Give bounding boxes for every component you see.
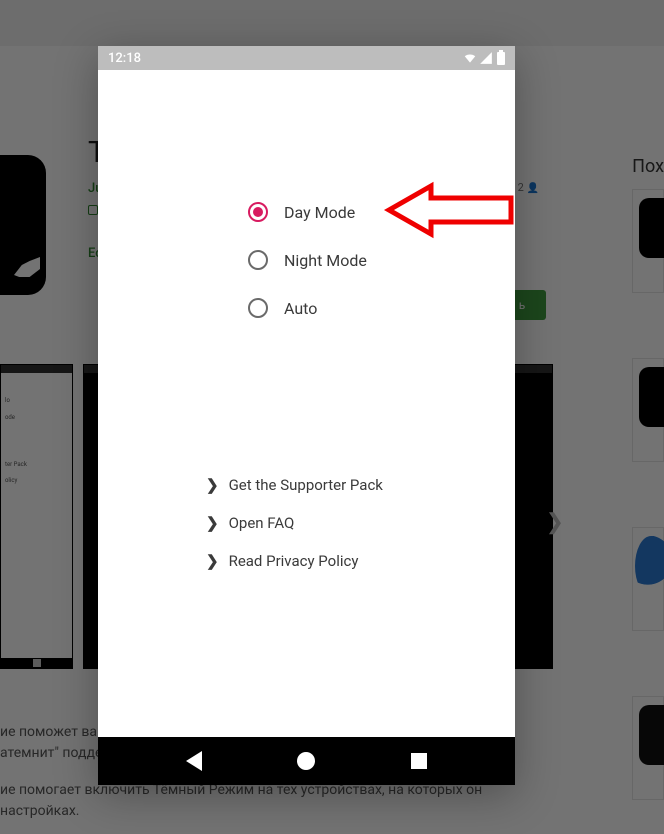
home-icon: [297, 752, 315, 770]
similar-app-2[interactable]: [632, 358, 664, 462]
link-privacy-policy[interactable]: ❯ Read Privacy Policy: [206, 542, 515, 580]
downloads-count-fragment: 2 👤: [518, 181, 539, 194]
settings-screen: Day Mode Night Mode Auto ❯ Get the Suppo…: [98, 70, 515, 737]
wifi-icon: [463, 51, 477, 65]
chevron-right-icon: ❯: [206, 514, 219, 532]
signal-icon: [479, 51, 493, 65]
chevron-right-icon: ❯: [206, 476, 219, 494]
radio-label: Night Mode: [284, 251, 367, 270]
radio-label: Auto: [284, 299, 317, 318]
battery-icon: [497, 52, 505, 65]
radio-icon: [248, 250, 268, 270]
app-icon: [0, 155, 46, 295]
rating-stars: [88, 200, 98, 219]
radio-auto[interactable]: Auto: [248, 284, 515, 332]
store-top-bar: [0, 0, 664, 46]
status-bar: 12:18: [98, 46, 515, 70]
links-section: ❯ Get the Supporter Pack ❯ Open FAQ ❯ Re…: [98, 466, 515, 580]
screenshots-next-icon[interactable]: ❯: [546, 510, 564, 535]
link-open-faq[interactable]: ❯ Open FAQ: [206, 504, 515, 542]
link-label: Get the Supporter Pack: [229, 476, 383, 494]
screenshot-thumb-1[interactable]: lo ode ter Pack olicy: [0, 364, 73, 669]
similar-apps-heading: Пох: [632, 156, 664, 177]
radio-icon: [248, 202, 268, 222]
chevron-right-icon: ❯: [206, 552, 219, 570]
back-icon: [186, 751, 202, 771]
status-icons: [463, 51, 505, 65]
radio-icon: [248, 298, 268, 318]
nav-recent-button[interactable]: [408, 750, 430, 772]
radio-night-mode[interactable]: Night Mode: [248, 236, 515, 284]
screenshot-content: lo ode ter Pack olicy: [1, 373, 72, 658]
android-nav-bar: [98, 737, 515, 785]
status-time: 12:18: [108, 51, 141, 66]
similar-app-4[interactable]: [632, 696, 664, 800]
radio-label: Day Mode: [284, 203, 355, 222]
recent-icon: [411, 753, 427, 769]
app-icon-glyph: [14, 257, 40, 277]
radio-day-mode[interactable]: Day Mode: [248, 188, 515, 236]
nav-back-button[interactable]: [183, 750, 205, 772]
theme-radio-group: Day Mode Night Mode Auto: [98, 188, 515, 332]
link-label: Read Privacy Policy: [229, 552, 359, 570]
nav-home-button[interactable]: [295, 750, 317, 772]
link-supporter-pack[interactable]: ❯ Get the Supporter Pack: [206, 466, 515, 504]
link-label: Open FAQ: [229, 514, 295, 532]
phone-frame: 12:18 Day Mode Night Mode Auto ❯: [98, 46, 515, 785]
similar-app-3[interactable]: [632, 527, 664, 631]
similar-app-1[interactable]: [632, 189, 664, 293]
